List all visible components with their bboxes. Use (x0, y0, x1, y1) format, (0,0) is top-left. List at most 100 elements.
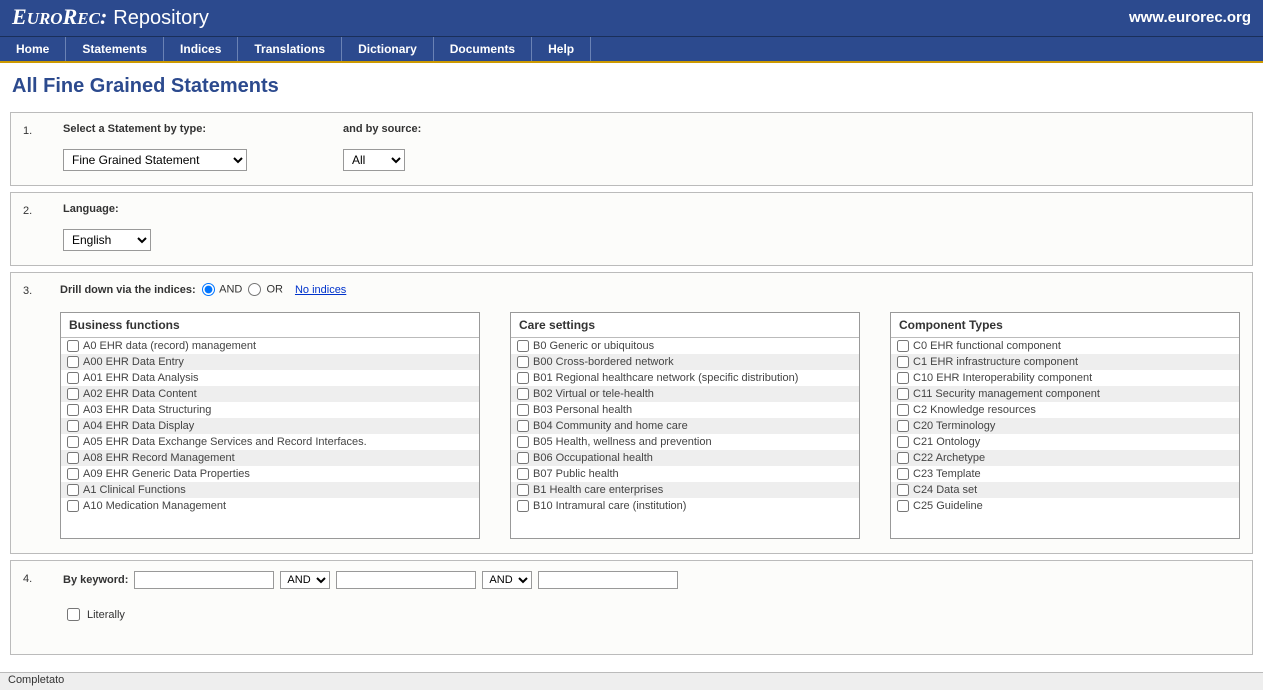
list-item[interactable]: C10 EHR Interoperability component (891, 370, 1239, 386)
list-item[interactable]: B07 Public health (511, 466, 859, 482)
list-item[interactable]: B0 Generic or ubiquitous (511, 338, 859, 354)
list-item[interactable]: A04 EHR Data Display (61, 418, 479, 434)
select-source[interactable]: All (343, 149, 405, 171)
list-item[interactable]: C11 Security management component (891, 386, 1239, 402)
list-item-checkbox[interactable] (67, 468, 79, 480)
list-item[interactable]: C25 Guideline (891, 498, 1239, 514)
step4-num: 4. (23, 571, 63, 585)
list-item[interactable]: B10 Intramural care (institution) (511, 498, 859, 514)
listbox-body[interactable]: A0 EHR data (record) managementA00 EHR D… (61, 338, 479, 538)
nav-home[interactable]: Home (0, 37, 66, 61)
list-item-checkbox[interactable] (897, 500, 909, 512)
nav-statements[interactable]: Statements (66, 37, 164, 61)
list-item-checkbox[interactable] (897, 468, 909, 480)
list-item-checkbox[interactable] (67, 420, 79, 432)
list-item[interactable]: B01 Regional healthcare network (specifi… (511, 370, 859, 386)
list-item[interactable]: A10 Medication Management (61, 498, 479, 514)
list-item[interactable]: C24 Data set (891, 482, 1239, 498)
nav-help[interactable]: Help (532, 37, 591, 61)
link-no-indices[interactable]: No indices (295, 284, 346, 296)
list-item-checkbox[interactable] (517, 484, 529, 496)
list-item-checkbox[interactable] (67, 388, 79, 400)
list-item-label: A04 EHR Data Display (83, 420, 194, 432)
list-item[interactable]: C20 Terminology (891, 418, 1239, 434)
listbox-body[interactable]: C0 EHR functional componentC1 EHR infras… (891, 338, 1239, 538)
list-item-checkbox[interactable] (67, 340, 79, 352)
list-item-checkbox[interactable] (897, 484, 909, 496)
list-item[interactable]: C0 EHR functional component (891, 338, 1239, 354)
list-item-checkbox[interactable] (67, 404, 79, 416)
nav-translations[interactable]: Translations (238, 37, 342, 61)
list-item-checkbox[interactable] (517, 436, 529, 448)
listbox-body[interactable]: B0 Generic or ubiquitousB00 Cross-border… (511, 338, 859, 538)
select-language[interactable]: English (63, 229, 151, 251)
list-item[interactable]: B02 Virtual or tele-health (511, 386, 859, 402)
list-item-checkbox[interactable] (897, 356, 909, 368)
list-item[interactable]: C22 Archetype (891, 450, 1239, 466)
list-item-checkbox[interactable] (517, 372, 529, 384)
list-item[interactable]: A02 EHR Data Content (61, 386, 479, 402)
list-item-checkbox[interactable] (517, 388, 529, 400)
list-item-checkbox[interactable] (517, 452, 529, 464)
list-item[interactable]: A09 EHR Generic Data Properties (61, 466, 479, 482)
list-item-checkbox[interactable] (67, 436, 79, 448)
list-item[interactable]: A0 EHR data (record) management (61, 338, 479, 354)
keyword-logic-1[interactable]: AND (280, 571, 330, 589)
nav-documents[interactable]: Documents (434, 37, 532, 61)
list-item-checkbox[interactable] (897, 388, 909, 400)
list-item-checkbox[interactable] (67, 500, 79, 512)
list-item[interactable]: B06 Occupational health (511, 450, 859, 466)
list-item[interactable]: C2 Knowledge resources (891, 402, 1239, 418)
keyword-input-1[interactable] (134, 571, 274, 589)
list-item[interactable]: B00 Cross-bordered network (511, 354, 859, 370)
list-item[interactable]: C21 Ontology (891, 434, 1239, 450)
list-item-checkbox[interactable] (517, 420, 529, 432)
list-item-checkbox[interactable] (67, 372, 79, 384)
list-item[interactable]: B03 Personal health (511, 402, 859, 418)
list-item[interactable]: A1 Clinical Functions (61, 482, 479, 498)
list-item-checkbox[interactable] (517, 356, 529, 368)
step2-num: 2. (23, 203, 63, 217)
list-item[interactable]: A01 EHR Data Analysis (61, 370, 479, 386)
list-item[interactable]: C1 EHR infrastructure component (891, 354, 1239, 370)
logo-ec: EC (77, 9, 100, 28)
list-item-checkbox[interactable] (897, 372, 909, 384)
list-item-checkbox[interactable] (67, 484, 79, 496)
list-item-checkbox[interactable] (517, 500, 529, 512)
radio-and-wrap[interactable]: AND (202, 283, 243, 296)
label-literally: Literally (87, 609, 125, 621)
select-statement-type[interactable]: Fine Grained Statement (63, 149, 247, 171)
list-item-checkbox[interactable] (517, 404, 529, 416)
list-item-label: B03 Personal health (533, 404, 632, 416)
list-item[interactable]: B1 Health care enterprises (511, 482, 859, 498)
list-item-checkbox[interactable] (897, 452, 909, 464)
keyword-input-2[interactable] (336, 571, 476, 589)
list-item[interactable]: A05 EHR Data Exchange Services and Recor… (61, 434, 479, 450)
list-item-checkbox[interactable] (897, 420, 909, 432)
radio-and[interactable] (202, 283, 215, 296)
list-item-label: A01 EHR Data Analysis (83, 372, 199, 384)
list-item-checkbox[interactable] (897, 340, 909, 352)
list-item-checkbox[interactable] (67, 452, 79, 464)
list-item-checkbox[interactable] (517, 340, 529, 352)
listbox-business-functions: Business functionsA0 EHR data (record) m… (60, 312, 480, 539)
list-item[interactable]: A03 EHR Data Structuring (61, 402, 479, 418)
list-item[interactable]: B04 Community and home care (511, 418, 859, 434)
list-item-label: C10 EHR Interoperability component (913, 372, 1092, 384)
list-item-checkbox[interactable] (897, 404, 909, 416)
list-item-checkbox[interactable] (67, 356, 79, 368)
list-item-checkbox[interactable] (517, 468, 529, 480)
header-url[interactable]: www.eurorec.org (1129, 9, 1251, 26)
list-item[interactable]: C23 Template (891, 466, 1239, 482)
checkbox-literally[interactable] (67, 608, 80, 621)
radio-or-wrap[interactable]: OR (248, 283, 283, 296)
list-item[interactable]: B05 Health, wellness and prevention (511, 434, 859, 450)
keyword-input-3[interactable] (538, 571, 678, 589)
list-item[interactable]: A00 EHR Data Entry (61, 354, 479, 370)
nav-dictionary[interactable]: Dictionary (342, 37, 434, 61)
list-item-checkbox[interactable] (897, 436, 909, 448)
list-item[interactable]: A08 EHR Record Management (61, 450, 479, 466)
nav-indices[interactable]: Indices (164, 37, 238, 61)
radio-or[interactable] (248, 283, 261, 296)
keyword-logic-2[interactable]: AND (482, 571, 532, 589)
